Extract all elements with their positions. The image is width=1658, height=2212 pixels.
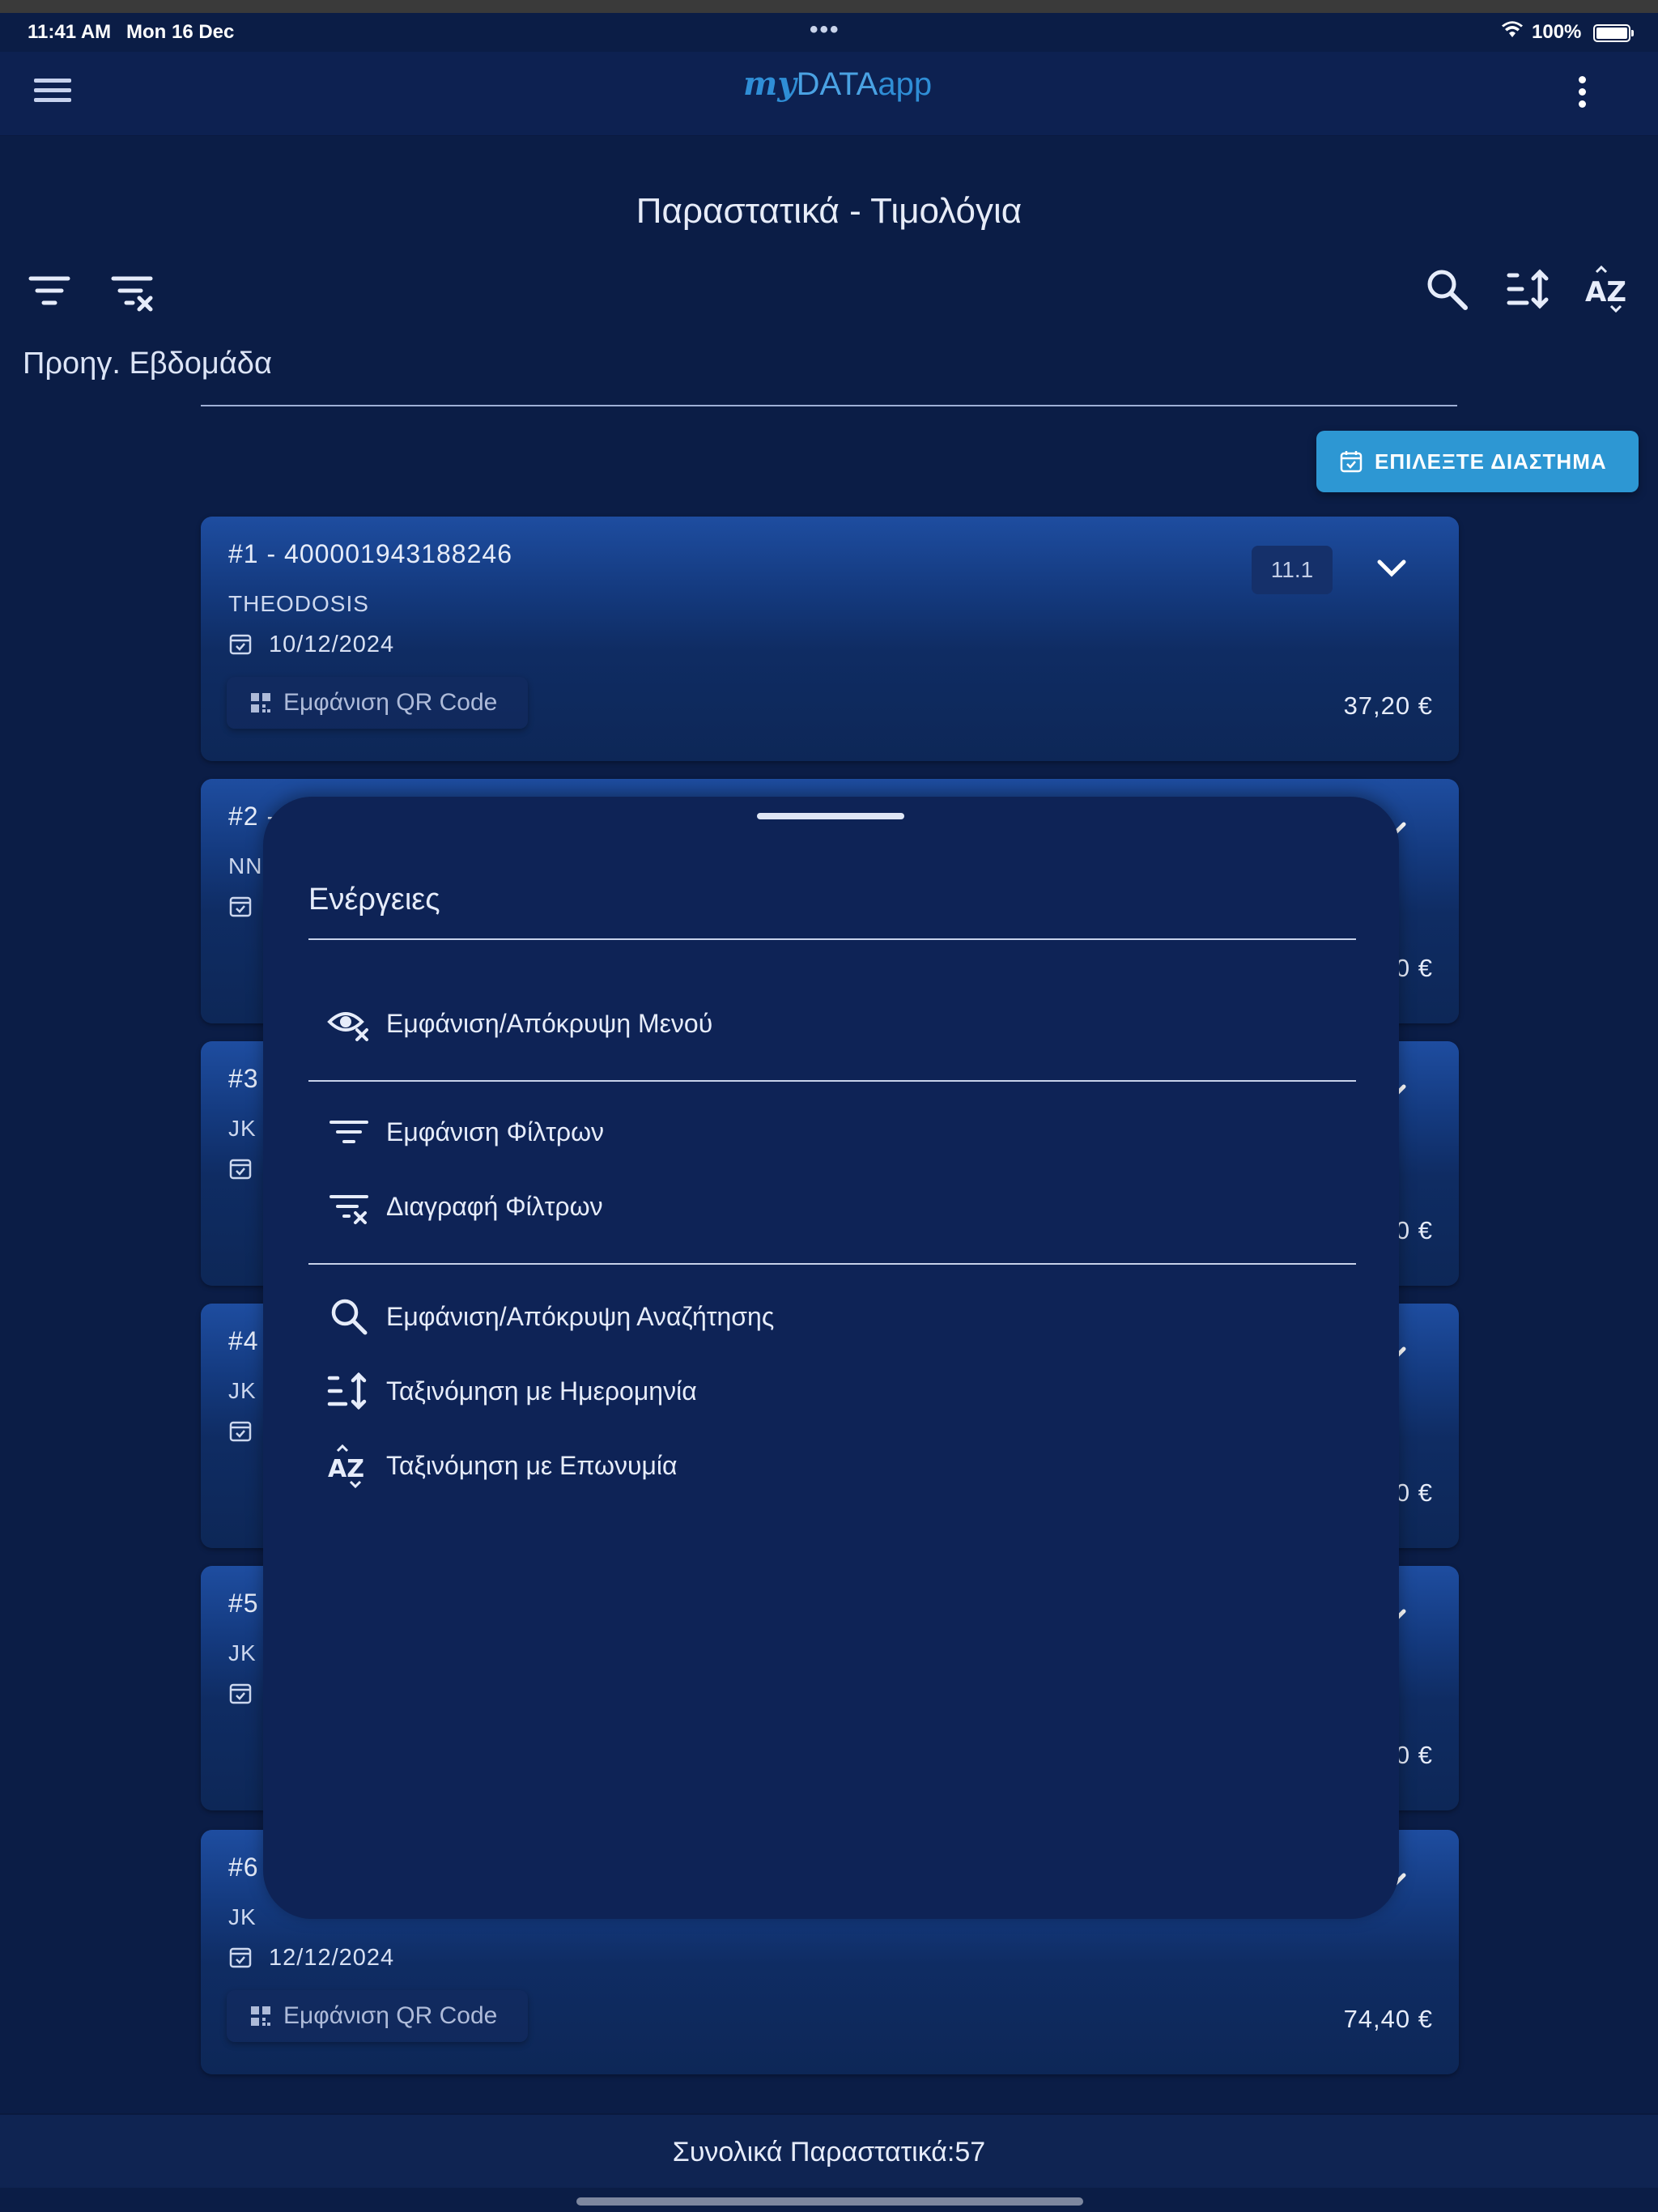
show-qr-button[interactable]: Εμφάνιση QR Code: [227, 677, 528, 729]
actions-sheet: Ενέργειες Εμφάνιση/Απόκρυψη Μενού Εμφάνι…: [263, 797, 1399, 1919]
battery-percent: 100%: [1532, 21, 1582, 43]
invoice-amount: 0 €: [1395, 1478, 1433, 1507]
sort-az-icon[interactable]: AZ: [1584, 265, 1630, 313]
invoice-date: 12/12/2024: [269, 1945, 395, 1971]
invoice-customer: JK: [228, 1904, 257, 1929]
sheet-divider: [308, 1263, 1356, 1265]
action-label: Εμφάνιση/Απόκρυψη Μενού: [386, 1008, 713, 1038]
period-label[interactable]: Προηγ. Εβδομάδα: [23, 347, 272, 381]
logo-data: DATA: [796, 66, 878, 102]
invoice-number: #4: [228, 1326, 259, 1355]
action-label: Ταξινόμηση με Ημερομηνία: [386, 1376, 697, 1406]
select-period-label: ΕΠΙΛΕΞΤΕ ΔΙΑΣΤΗΜΑ: [1375, 449, 1607, 474]
status-date: Mon 16 Dec: [126, 21, 235, 43]
total-documents-footer: Συνολικά Παραστατικά:57: [0, 2113, 1658, 2188]
home-indicator[interactable]: [576, 2197, 1083, 2206]
sheet-drag-handle[interactable]: [757, 813, 904, 819]
action-sort-date[interactable]: Ταξινόμηση με Ημερομηνία: [326, 1365, 697, 1417]
svg-text:AZ: AZ: [328, 1455, 364, 1483]
chevron-down-icon[interactable]: [1373, 552, 1410, 585]
invoice-amount: 74,40 €: [1343, 2005, 1433, 2033]
action-show-filters[interactable]: Εμφάνιση Φίλτρων: [326, 1106, 604, 1158]
invoice-date: 10/12/2024: [269, 632, 395, 657]
select-period-button[interactable]: ΕΠΙΛΕΞΤΕ ΔΙΑΣΤΗΜΑ: [1316, 431, 1639, 492]
sheet-divider: [308, 938, 1356, 940]
action-label: Διαγραφή Φίλτρων: [386, 1191, 603, 1221]
logo-my: my: [743, 65, 797, 103]
status-bar: 11:41 AM Mon 16 Dec ••• 100%: [0, 13, 1658, 52]
invoice-number: #5: [228, 1589, 259, 1618]
action-label: Εμφάνιση/Απόκρυψη Αναζήτησης: [386, 1301, 775, 1331]
top-strip: [0, 0, 1658, 13]
action-clear-filters[interactable]: Διαγραφή Φίλτρων: [326, 1180, 603, 1232]
sort-date-icon: [327, 1372, 367, 1410]
more-options-icon[interactable]: [1575, 73, 1588, 113]
svg-text:AZ: AZ: [1585, 276, 1626, 308]
calendar-icon: [229, 1947, 252, 1968]
period-underline: [201, 405, 1457, 406]
search-icon: [331, 1299, 368, 1335]
invoice-number: #6: [228, 1853, 259, 1882]
action-toggle-search[interactable]: Εμφάνιση/Απόκρυψη Αναζήτησης: [326, 1291, 774, 1342]
calendar-icon: [229, 1683, 252, 1704]
show-qr-label: Εμφάνιση QR Code: [283, 2002, 498, 2029]
invoice-number: #1 - 400001943188246: [228, 539, 512, 568]
filter-icon: [329, 1121, 368, 1143]
invoice-amount: 0 €: [1395, 954, 1433, 982]
invoice-type-badge: 11.1: [1252, 546, 1333, 594]
clear-filter-icon: [329, 1195, 368, 1224]
sort-az-icon: AZ: [328, 1444, 364, 1488]
hamburger-menu-icon[interactable]: [34, 73, 71, 110]
clear-filter-icon[interactable]: [108, 267, 155, 314]
invoice-amount: 0 €: [1395, 1216, 1433, 1244]
status-time: 11:41 AM: [28, 21, 112, 43]
sheet-title: Ενέργειες: [308, 883, 440, 917]
invoice-amount: 37,20 €: [1343, 691, 1433, 720]
action-label: Ταξινόμηση με Επωνυμία: [386, 1450, 678, 1480]
invoice-customer: JK: [228, 1116, 257, 1141]
invoice-customer: NN: [228, 853, 263, 878]
calendar-icon: [1340, 451, 1363, 473]
multitask-dots[interactable]: •••: [810, 16, 840, 44]
invoice-amount: 0 €: [1395, 1741, 1433, 1769]
sheet-divider: [308, 1080, 1356, 1082]
qr-code-icon: [251, 2006, 270, 2026]
search-icon[interactable]: [1423, 266, 1470, 313]
sort-date-icon[interactable]: [1506, 266, 1553, 313]
logo-app: app: [878, 66, 933, 102]
invoice-number: #3: [228, 1064, 259, 1093]
action-sort-name[interactable]: AZ Ταξινόμηση με Επωνυμία: [326, 1440, 678, 1491]
invoice-card[interactable]: #1 - 400001943188246 11.1 THEODOSIS 10/1…: [201, 517, 1459, 761]
action-label: Εμφάνιση Φίλτρων: [386, 1117, 605, 1146]
invoice-customer: JK: [228, 1378, 257, 1403]
calendar-icon: [229, 1159, 252, 1180]
show-qr-button[interactable]: Εμφάνιση QR Code: [227, 1990, 528, 2042]
qr-code-icon: [251, 693, 270, 713]
action-toggle-menu[interactable]: Εμφάνιση/Απόκρυψη Μενού: [326, 998, 712, 1049]
invoice-customer: JK: [228, 1640, 257, 1665]
calendar-icon: [229, 1421, 252, 1442]
app-logo: myDATAapp: [743, 65, 932, 103]
show-qr-label: Εμφάνιση QR Code: [283, 689, 498, 716]
filter-icon[interactable]: [26, 267, 73, 314]
calendar-icon: [229, 896, 252, 917]
eye-off-icon: [327, 1012, 368, 1041]
calendar-icon: [229, 634, 252, 655]
page-title: Παραστατικά - Τιμολόγια: [636, 191, 1022, 231]
invoice-customer: THEODOSIS: [228, 591, 369, 616]
wifi-icon: [1502, 21, 1523, 37]
app-bar: myDATAapp: [0, 52, 1658, 136]
battery-icon: [1593, 24, 1634, 42]
